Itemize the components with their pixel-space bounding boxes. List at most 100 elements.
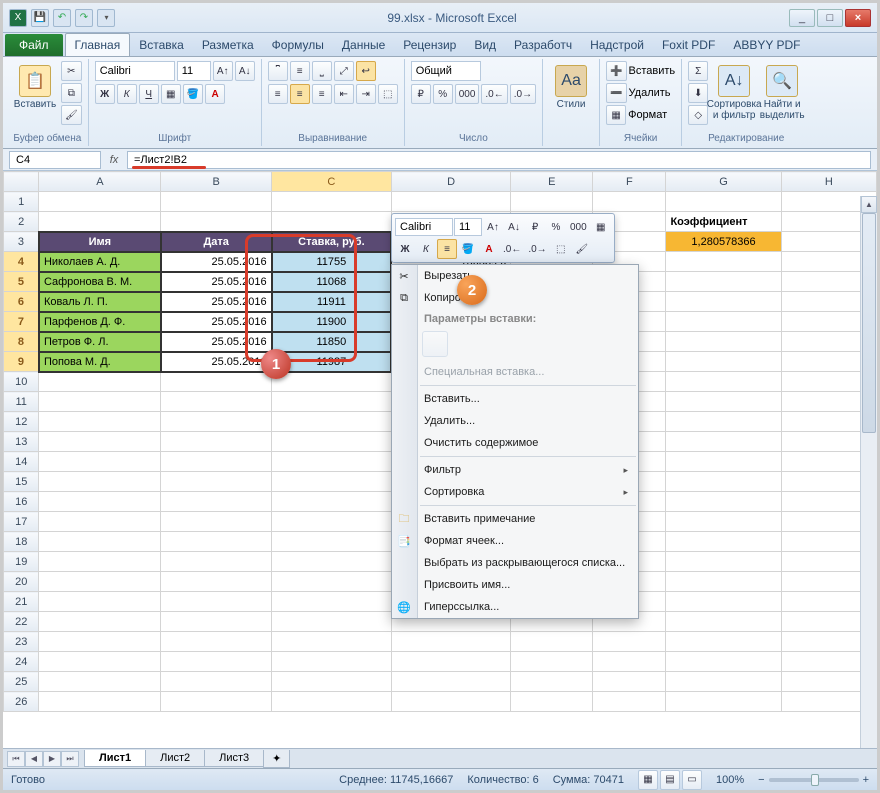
cell[interactable] — [391, 692, 511, 712]
fill-icon[interactable]: ⬇ — [688, 83, 708, 103]
cell[interactable] — [666, 332, 781, 352]
wrap-text-icon[interactable]: ↩ — [356, 61, 376, 81]
fill-color-icon[interactable]: 🪣 — [183, 84, 203, 104]
mini-align-center-icon[interactable]: ≡ — [437, 239, 457, 259]
cell[interactable] — [666, 552, 781, 572]
mini-inc-decimal-icon[interactable]: .0→ — [525, 239, 549, 259]
cell[interactable] — [511, 652, 593, 672]
italic-icon[interactable]: К — [117, 84, 137, 104]
row-header-4[interactable]: 4 — [4, 252, 39, 272]
autosum-icon[interactable]: Σ — [688, 61, 708, 81]
cell[interactable] — [272, 392, 392, 412]
percent-icon[interactable]: % — [433, 84, 453, 104]
cell[interactable] — [161, 472, 272, 492]
format-painter-icon[interactable]: 🖌 — [61, 105, 82, 125]
mini-grow-font-icon[interactable]: A↑ — [483, 217, 503, 237]
qat-customize-icon[interactable] — [97, 9, 115, 27]
cell[interactable] — [272, 212, 392, 232]
ctx-format-cells[interactable]: 📑Формат ячеек... — [392, 530, 638, 552]
cell[interactable] — [593, 672, 666, 692]
row-header-18[interactable]: 18 — [4, 532, 39, 552]
cell[interactable] — [161, 452, 272, 472]
maximize-button[interactable]: □ — [817, 9, 843, 27]
cell[interactable] — [272, 492, 392, 512]
cells-delete-icon[interactable]: ➖ — [606, 83, 626, 103]
select-all-corner[interactable] — [4, 172, 39, 192]
sheet-tab-new[interactable]: ✦ — [263, 750, 290, 768]
cell[interactable] — [666, 672, 781, 692]
date-cell[interactable]: 25.05.2016 — [161, 272, 272, 292]
cells-delete-label[interactable]: Удалить — [629, 87, 671, 99]
tab-home[interactable]: Главная — [65, 33, 131, 56]
paste-button[interactable]: 📋 Вставить — [13, 61, 57, 110]
cell[interactable] — [161, 212, 272, 232]
border-icon[interactable]: ▦ — [161, 84, 181, 104]
zoom-in-icon[interactable]: + — [863, 774, 869, 786]
sheet-nav-prev[interactable]: ◀ — [25, 751, 43, 767]
cell[interactable] — [666, 372, 781, 392]
align-middle-icon[interactable]: ≡ — [290, 61, 310, 81]
cell[interactable] — [272, 652, 392, 672]
cell[interactable] — [593, 692, 666, 712]
font-size-select[interactable] — [177, 61, 211, 81]
cell[interactable] — [39, 692, 161, 712]
vertical-scrollbar[interactable]: ▲ — [860, 196, 877, 748]
cell[interactable] — [272, 612, 392, 632]
file-tab[interactable]: Файл — [5, 34, 63, 56]
zoom-slider[interactable]: − + — [758, 774, 869, 786]
currency-icon[interactable]: ₽ — [411, 84, 431, 104]
cell[interactable] — [666, 452, 781, 472]
align-bottom-icon[interactable]: ⎵ — [312, 61, 332, 81]
rate-cell[interactable]: 11068 — [272, 272, 392, 292]
row-header-3[interactable]: 3 — [4, 232, 39, 252]
tab-foxit[interactable]: Foxit PDF — [653, 34, 724, 56]
cell[interactable] — [391, 192, 511, 212]
decrease-font-icon[interactable]: A↓ — [235, 61, 255, 81]
cell[interactable] — [161, 612, 272, 632]
date-cell[interactable]: 25.05.2016 — [161, 332, 272, 352]
sheet-tab-2[interactable]: Лист2 — [145, 750, 205, 767]
tab-insert[interactable]: Вставка — [130, 34, 193, 56]
decrease-indent-icon[interactable]: ⇤ — [334, 84, 354, 104]
cell[interactable] — [272, 452, 392, 472]
rate-cell[interactable]: 11911 — [272, 292, 392, 312]
zoom-out-icon[interactable]: − — [758, 774, 764, 786]
cell[interactable] — [39, 392, 161, 412]
cell[interactable] — [161, 392, 272, 412]
cell[interactable] — [39, 552, 161, 572]
cell[interactable] — [666, 412, 781, 432]
cell[interactable] — [161, 552, 272, 572]
table-header[interactable]: Имя — [39, 232, 161, 252]
tab-data[interactable]: Данные — [333, 34, 394, 56]
cell[interactable] — [161, 492, 272, 512]
row-header-23[interactable]: 23 — [4, 632, 39, 652]
table-header[interactable]: Дата — [161, 232, 272, 252]
font-name-select[interactable] — [95, 61, 175, 81]
zoom-level[interactable]: 100% — [716, 774, 744, 786]
sheet-nav-first[interactable]: ⏮ — [7, 751, 25, 767]
cell[interactable] — [39, 592, 161, 612]
column-header-G[interactable]: G — [666, 172, 781, 192]
name-cell[interactable]: Коваль Л. П. — [39, 292, 161, 312]
row-header-14[interactable]: 14 — [4, 452, 39, 472]
mini-format-painter-icon[interactable]: 🖌 — [572, 239, 592, 259]
scroll-thumb[interactable] — [862, 213, 876, 433]
row-header-13[interactable]: 13 — [4, 432, 39, 452]
comma-icon[interactable]: 000 — [455, 84, 480, 104]
merge-icon[interactable]: ⬚ — [378, 84, 398, 104]
cell[interactable] — [39, 632, 161, 652]
cell[interactable] — [39, 672, 161, 692]
cell[interactable] — [161, 532, 272, 552]
coef-value[interactable]: 1,280578366 — [666, 232, 781, 252]
cell[interactable] — [39, 212, 161, 232]
bold-icon[interactable]: Ж — [95, 84, 115, 104]
ctx-sort[interactable]: Сортировка — [392, 481, 638, 503]
redo-icon[interactable]: ↷ — [75, 9, 93, 27]
name-cell[interactable]: Николаев А. Д. — [39, 252, 161, 272]
cell[interactable] — [666, 572, 781, 592]
font-color-icon[interactable]: A — [205, 84, 225, 104]
row-header-22[interactable]: 22 — [4, 612, 39, 632]
cell[interactable] — [666, 612, 781, 632]
row-header-26[interactable]: 26 — [4, 692, 39, 712]
cell[interactable] — [161, 432, 272, 452]
